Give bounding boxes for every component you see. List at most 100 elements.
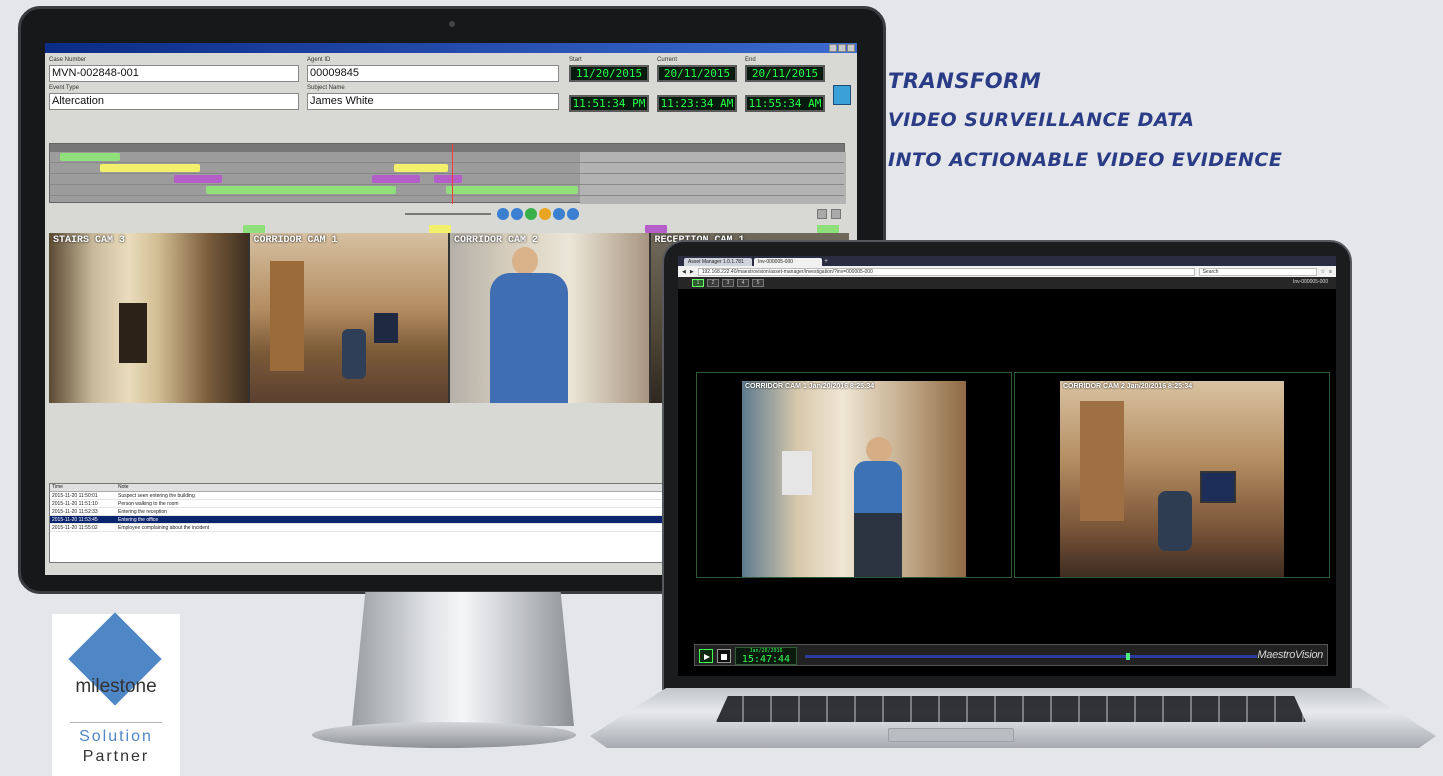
- playback-controls: [405, 207, 845, 221]
- case-form: Case Number MVN-002848-001 Agent ID 0000…: [49, 57, 561, 131]
- timeline-ruler: [50, 144, 844, 152]
- laptop: Asset Manager 1.0.1.781 Inv-000005-000 +…: [662, 240, 1352, 690]
- tagline-line-2: video surveillance data: [888, 109, 1195, 131]
- window-titlebar[interactable]: [45, 43, 857, 53]
- current-date-display: 20/11/2015: [657, 65, 737, 82]
- end-label: End: [745, 57, 756, 63]
- speed-slider[interactable]: [405, 213, 491, 215]
- laptop-keyboard: [716, 696, 1306, 722]
- start-label: Start: [569, 57, 582, 63]
- scrubber-handle[interactable]: [1125, 653, 1130, 660]
- camera-view[interactable]: CORRIDOR CAM 1: [249, 233, 448, 403]
- log-col-note[interactable]: Note: [118, 484, 129, 491]
- export-button[interactable]: [833, 85, 851, 105]
- camera-label: CORRIDOR CAM 1: [253, 235, 338, 246]
- layout-button[interactable]: 5: [752, 279, 764, 287]
- new-tab-icon[interactable]: +: [824, 258, 834, 266]
- timeline-segment[interactable]: [206, 186, 396, 194]
- layout-button[interactable]: 1: [692, 279, 704, 287]
- play-button[interactable]: [699, 649, 713, 663]
- log-col-time[interactable]: Time: [50, 484, 118, 491]
- current-time-display: 11:23:34 AM: [657, 95, 737, 112]
- step-forward-icon[interactable]: [553, 208, 565, 220]
- url-input[interactable]: 192.168.222.40/maestrovision/asset-manag…: [697, 267, 1195, 276]
- badge-partner: Partner: [82, 748, 150, 765]
- timeline-segment[interactable]: [100, 164, 200, 172]
- agent-id-field[interactable]: 00009845: [307, 65, 559, 82]
- rewind-icon[interactable]: [497, 208, 509, 220]
- player-time: 15:47:44: [741, 654, 791, 665]
- laptop-camera-label: CORRIDOR CAM 1 Jan/20/2016 8:25:34: [745, 383, 875, 390]
- browser-tab-active[interactable]: Inv-000005-000: [754, 258, 822, 266]
- video-player-bar: Jan/20/2016 15:47:44 MaestroVision: [694, 644, 1328, 666]
- milestone-partner-badge: milestone Solution Partner: [52, 612, 180, 776]
- investigation-id: Inv-000005-000: [1292, 279, 1328, 285]
- play-icon[interactable]: [525, 208, 537, 220]
- fast-forward-icon[interactable]: [567, 208, 579, 220]
- camera-tag: [429, 225, 451, 233]
- back-icon[interactable]: ◀: [682, 269, 686, 275]
- timeline-segment[interactable]: [434, 175, 462, 183]
- timeline-track: [50, 174, 844, 185]
- menu-icon[interactable]: ≡: [1329, 269, 1332, 275]
- browser-tab[interactable]: Asset Manager 1.0.1.781: [684, 258, 752, 266]
- case-number-field[interactable]: MVN-002848-001: [49, 65, 299, 82]
- step-back-icon[interactable]: [511, 208, 523, 220]
- event-timeline[interactable]: [49, 143, 846, 204]
- close-icon[interactable]: [847, 44, 855, 52]
- subject-name-label: Subject Name: [307, 85, 345, 91]
- log-note: Entering the office: [118, 517, 159, 523]
- maximize-icon[interactable]: [838, 44, 846, 52]
- timeline-track: [50, 185, 844, 196]
- laptop-camera-view[interactable]: CORRIDOR CAM 1 Jan/20/2016 8:25:34: [696, 372, 1012, 578]
- maestrovision-logo: MaestroVision: [1257, 649, 1323, 661]
- log-note: Suspect seen entering the building: [118, 493, 195, 499]
- laptop-camera-view[interactable]: CORRIDOR CAM 2 Jan/20/2016 8:25:34: [1014, 372, 1330, 578]
- layout-toolbar: 1 2 3 4 5 Inv-000005-000: [678, 277, 1336, 289]
- camera-view[interactable]: CORRIDOR CAM 2: [450, 233, 649, 403]
- agent-id-label: Agent ID: [307, 57, 331, 63]
- search-input[interactable]: Search: [1198, 267, 1317, 276]
- monitor-stand-base: [312, 722, 576, 748]
- forward-icon[interactable]: ▶: [690, 269, 694, 275]
- pause-icon[interactable]: [539, 208, 551, 220]
- timeline-segment[interactable]: [60, 153, 120, 161]
- log-time: 2015-11-20 11:52:33: [52, 509, 98, 515]
- laptop-screen: Asset Manager 1.0.1.781 Inv-000005-000 +…: [678, 256, 1336, 676]
- zoom-out-icon[interactable]: [817, 209, 827, 219]
- timeline-segment[interactable]: [174, 175, 222, 183]
- zoom-in-icon[interactable]: [831, 209, 841, 219]
- case-number-label: Case Number: [49, 57, 87, 63]
- badge-solution: Solution: [79, 728, 153, 745]
- camera-tag: [645, 225, 667, 233]
- subject-name-field[interactable]: James White: [307, 93, 559, 110]
- timeline-segment[interactable]: [372, 175, 420, 183]
- player-clock: Jan/20/2016 15:47:44: [735, 647, 797, 665]
- end-time-display: 11:55:34 AM: [745, 95, 825, 112]
- laptop-camera-label: CORRIDOR CAM 2 Jan/20/2016 8:25:34: [1063, 383, 1193, 390]
- start-time-display: 11:51:34 PM: [569, 95, 649, 112]
- playback-scrubber[interactable]: [805, 653, 1257, 660]
- layout-button[interactable]: 3: [722, 279, 734, 287]
- layout-button[interactable]: 2: [707, 279, 719, 287]
- log-time: 2015-11-20 11:50:01: [52, 493, 98, 499]
- timeline-playhead[interactable]: [452, 144, 453, 204]
- event-type-label: Event Type: [49, 85, 79, 91]
- log-time: 2015-11-20 11:51:10: [52, 501, 98, 507]
- timeline-track: [50, 163, 844, 174]
- tagline-line-1: Transform: [888, 69, 1042, 93]
- window-controls: [829, 44, 855, 52]
- event-type-field[interactable]: Altercation: [49, 93, 299, 110]
- bookmark-icon[interactable]: ☆: [1321, 269, 1325, 275]
- camera-view[interactable]: STAIRS CAM 3: [49, 233, 248, 403]
- stop-button[interactable]: [717, 649, 731, 663]
- play-icon: [704, 654, 710, 660]
- browser-tab-bar: Asset Manager 1.0.1.781 Inv-000005-000 +: [678, 256, 1336, 266]
- camera-tag: [817, 225, 839, 233]
- timeline-segment[interactable]: [446, 186, 578, 194]
- timeline-segment[interactable]: [394, 164, 448, 172]
- end-date-display: 20/11/2015: [745, 65, 825, 82]
- layout-button[interactable]: 4: [737, 279, 749, 287]
- browser-address-bar: ◀ ▶ 192.168.222.40/maestrovision/asset-m…: [678, 266, 1336, 277]
- minimize-icon[interactable]: [829, 44, 837, 52]
